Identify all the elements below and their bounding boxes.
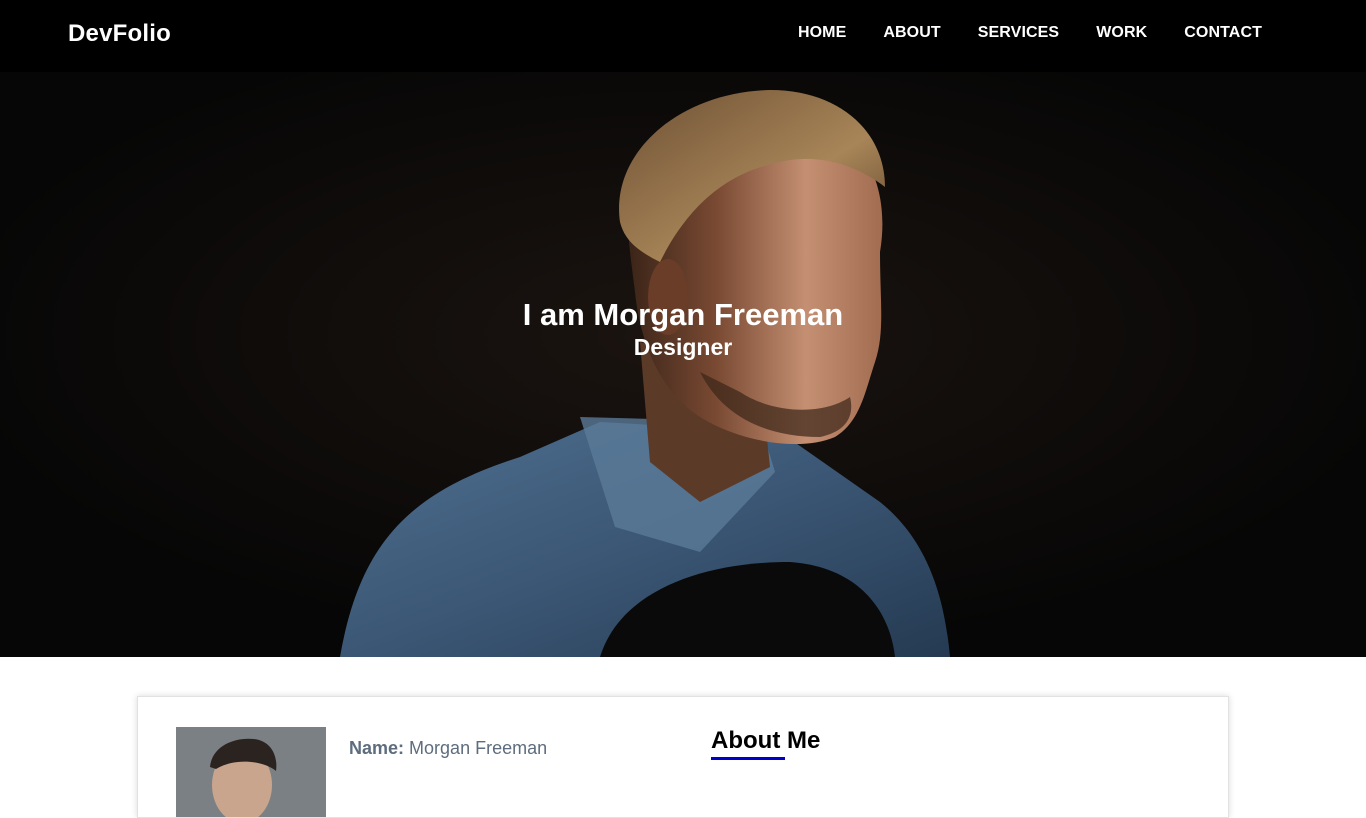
nav-link-contact[interactable]: CONTACT [1184, 24, 1262, 42]
nav-link-about[interactable]: ABOUT [883, 24, 940, 42]
hero-title: I am Morgan Freeman [522, 297, 844, 332]
hero-portrait-image [0, 72, 1366, 657]
hero-section: I am Morgan Freeman Designer [0, 72, 1366, 657]
nav-links: HOME ABOUT SERVICES WORK CONTACT [761, 24, 1262, 42]
info-name-value: Morgan Freeman [409, 738, 548, 758]
hero-text: I am Morgan Freeman Designer [0, 297, 1366, 361]
info-name-row: Name: Morgan Freeman [349, 738, 547, 759]
info-name-key: Name: [349, 738, 405, 758]
about-card: Name: Morgan Freeman About Me [137, 696, 1229, 818]
nav-link-work[interactable]: WORK [1096, 24, 1147, 42]
about-me-heading: About Me [711, 727, 821, 754]
hero-subtitle: Designer [633, 334, 733, 360]
top-navbar: DevFolio HOME ABOUT SERVICES WORK CONTAC… [0, 0, 1366, 72]
nav-link-services[interactable]: SERVICES [978, 24, 1059, 42]
profile-photo-image [176, 727, 326, 817]
about-heading-underline [711, 757, 785, 760]
profile-photo [176, 727, 326, 817]
nav-link-home[interactable]: HOME [798, 24, 846, 42]
brand-logo[interactable]: DevFolio [68, 20, 171, 48]
